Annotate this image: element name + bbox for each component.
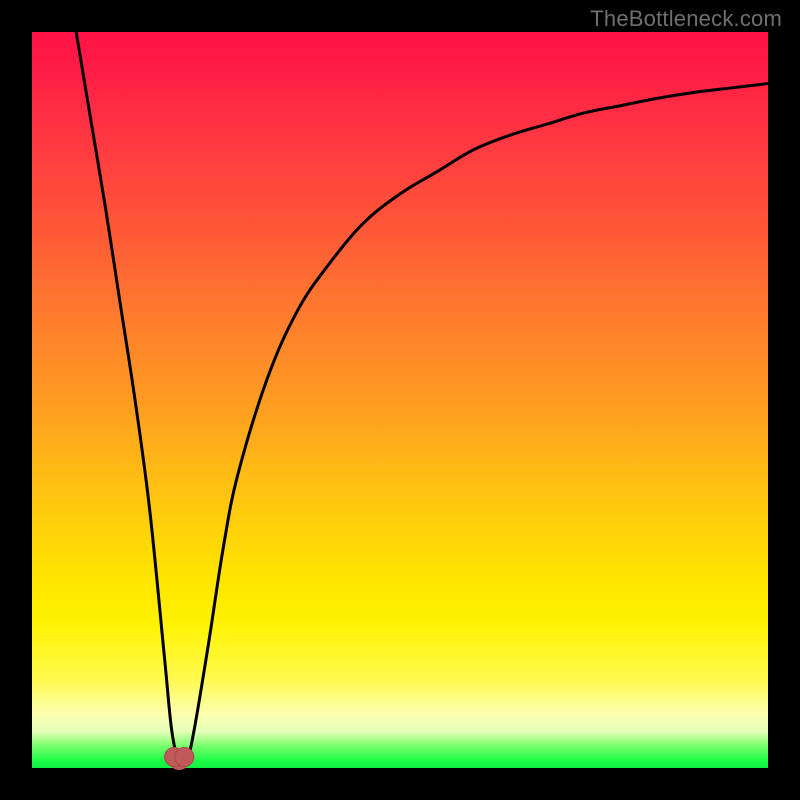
plot-area [32, 32, 768, 768]
curve-path [76, 32, 768, 765]
watermark-text: TheBottleneck.com [590, 6, 782, 32]
minimum-markers [165, 747, 194, 766]
curve-layer [32, 32, 768, 768]
chart-frame: TheBottleneck.com [0, 0, 800, 800]
minimum-marker [175, 747, 194, 766]
bottleneck-curve [76, 32, 768, 765]
